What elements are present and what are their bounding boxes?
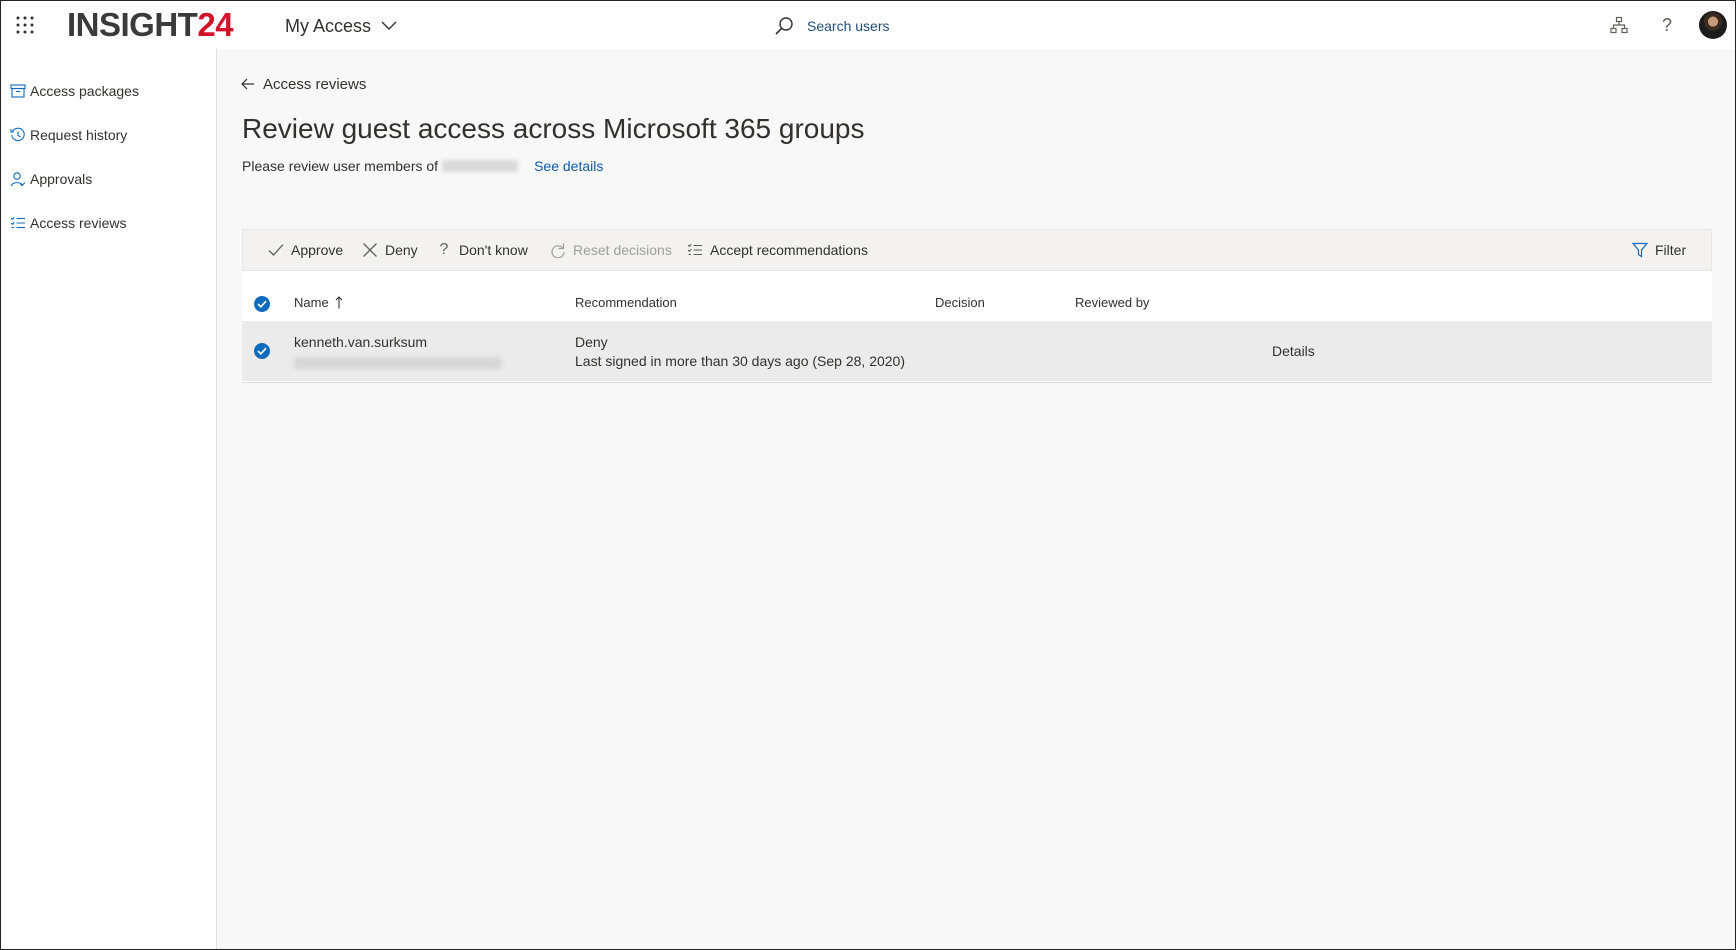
dont-know-label: Don't know bbox=[459, 242, 528, 258]
back-label: Access reviews bbox=[263, 75, 367, 93]
sidebar-item-label: Access reviews bbox=[30, 215, 127, 231]
page-title: Review guest access across Microsoft 365… bbox=[242, 113, 865, 144]
arrow-left-icon bbox=[241, 78, 254, 90]
subtitle-text: Please review user members of bbox=[242, 158, 439, 174]
chevron-down-icon bbox=[381, 21, 397, 30]
org-chart-icon[interactable] bbox=[1607, 13, 1631, 37]
sidebar: Access packages Request history Approval… bbox=[1, 49, 217, 949]
reviewee-name: kenneth.van.surksum bbox=[294, 334, 428, 350]
app-switcher[interactable]: My Access bbox=[285, 14, 397, 38]
page-subtitle: Please review user members of See detail… bbox=[242, 158, 603, 174]
dont-know-button[interactable]: ? Don't know bbox=[435, 230, 528, 270]
sidebar-item-access-packages[interactable]: Access packages bbox=[9, 79, 139, 103]
accept-recommendations-button[interactable]: Accept recommendations bbox=[686, 230, 868, 270]
deny-label: Deny bbox=[385, 242, 418, 258]
column-header-decision[interactable]: Decision bbox=[935, 295, 985, 310]
list-check-icon bbox=[9, 214, 27, 232]
reset-decisions-button[interactable]: Reset decisions bbox=[549, 230, 672, 270]
reset-decisions-label: Reset decisions bbox=[573, 242, 672, 258]
history-icon bbox=[9, 126, 27, 144]
details-link[interactable]: Details bbox=[1272, 343, 1315, 359]
sidebar-item-approvals[interactable]: Approvals bbox=[9, 167, 92, 191]
sidebar-item-label: Request history bbox=[30, 127, 128, 143]
accept-recommendations-label: Accept recommendations bbox=[710, 242, 868, 258]
deny-button[interactable]: Deny bbox=[361, 230, 418, 270]
help-symbol: ? bbox=[1661, 14, 1672, 35]
top-bar: INSIGHT24 My Access Search users ? bbox=[1, 1, 1735, 49]
sidebar-item-request-history[interactable]: Request history bbox=[9, 123, 127, 147]
filter-label: Filter bbox=[1655, 242, 1687, 258]
column-header-label: Name bbox=[294, 295, 329, 310]
checkmark-icon bbox=[257, 300, 267, 308]
package-icon bbox=[9, 82, 27, 100]
table-row[interactable]: kenneth.van.surksum Deny Last signed in … bbox=[242, 321, 1712, 381]
approve-button[interactable]: Approve bbox=[267, 230, 343, 270]
sidebar-item-label: Approvals bbox=[30, 171, 93, 187]
app-launcher-icon[interactable] bbox=[15, 15, 35, 35]
avatar[interactable] bbox=[1699, 11, 1727, 39]
insight24-logo[interactable]: INSIGHT24 bbox=[67, 6, 234, 43]
row-checkbox[interactable] bbox=[254, 343, 270, 359]
column-header-reviewed-by[interactable]: Reviewed by bbox=[1075, 295, 1149, 310]
redacted-email bbox=[294, 357, 502, 369]
list-check-icon bbox=[686, 241, 704, 259]
person-check-icon bbox=[9, 170, 27, 188]
search-icon bbox=[775, 17, 793, 35]
sort-ascending-icon bbox=[335, 296, 343, 309]
filter-icon bbox=[1631, 241, 1649, 259]
search-label: Search users bbox=[807, 18, 890, 34]
see-details-link[interactable]: See details bbox=[534, 158, 603, 174]
help-icon[interactable]: ? bbox=[1655, 13, 1679, 37]
column-header-recommendation[interactable]: Recommendation bbox=[575, 295, 677, 310]
logo-text: INSIGHT bbox=[67, 6, 198, 43]
redo-icon bbox=[549, 241, 567, 259]
question-icon: ? bbox=[439, 241, 449, 258]
checkmark-icon bbox=[257, 347, 267, 355]
review-table: Name Recommendation Decision Reviewed by… bbox=[242, 271, 1712, 383]
column-header-name[interactable]: Name bbox=[294, 295, 343, 310]
recommendation-detail: Last signed in more than 30 days ago (Se… bbox=[575, 353, 905, 369]
sidebar-item-access-reviews[interactable]: Access reviews bbox=[9, 211, 126, 235]
select-all-checkbox[interactable] bbox=[254, 296, 270, 312]
approve-label: Approve bbox=[291, 242, 344, 258]
command-bar: Approve Deny ? Don't know Reset decision… bbox=[242, 229, 1712, 271]
app-name: My Access bbox=[285, 15, 372, 36]
recommendation-value: Deny bbox=[575, 334, 608, 350]
filter-button[interactable]: Filter bbox=[1631, 230, 1686, 270]
logo-number: 24 bbox=[197, 6, 234, 43]
close-icon bbox=[361, 241, 379, 259]
sidebar-item-label: Access packages bbox=[30, 83, 139, 99]
checkmark-icon bbox=[267, 241, 285, 259]
redacted-group-name bbox=[442, 160, 519, 172]
back-link[interactable]: Access reviews bbox=[241, 73, 366, 95]
search-users[interactable]: Search users bbox=[773, 13, 889, 39]
